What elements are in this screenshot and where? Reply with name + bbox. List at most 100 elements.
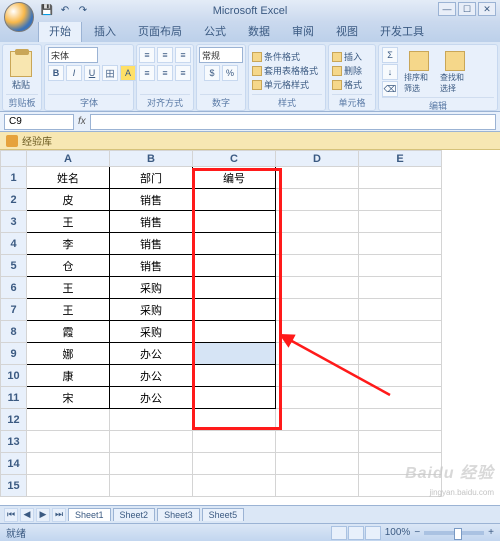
tab-insert[interactable]: 插入 xyxy=(84,20,126,42)
cell[interactable] xyxy=(359,431,442,453)
sheet-tab[interactable]: Sheet1 xyxy=(68,508,111,521)
row-header[interactable]: 10 xyxy=(1,365,27,387)
tab-data[interactable]: 数据 xyxy=(238,20,280,42)
row-header[interactable]: 8 xyxy=(1,321,27,343)
cell[interactable] xyxy=(276,321,359,343)
border-button[interactable]: 田 xyxy=(102,65,118,81)
cell[interactable]: 皮 xyxy=(27,189,110,211)
row-header[interactable]: 12 xyxy=(1,409,27,431)
autosum-icon[interactable]: Σ xyxy=(382,47,398,63)
sheet-nav-prev[interactable]: ◀ xyxy=(20,508,34,522)
formula-bar[interactable] xyxy=(90,114,496,130)
sheet-tab[interactable]: Sheet5 xyxy=(202,508,245,521)
align-top-icon[interactable]: ≡ xyxy=(139,47,155,63)
sheet-nav-next[interactable]: ▶ xyxy=(36,508,50,522)
cell[interactable]: 采购 xyxy=(110,299,193,321)
cell[interactable] xyxy=(193,387,276,409)
cell[interactable] xyxy=(276,431,359,453)
cell[interactable]: 王 xyxy=(27,277,110,299)
tab-formulas[interactable]: 公式 xyxy=(194,20,236,42)
cell[interactable] xyxy=(359,453,442,475)
cell[interactable] xyxy=(359,277,442,299)
cell[interactable] xyxy=(193,453,276,475)
row-header[interactable]: 15 xyxy=(1,475,27,497)
insert-button[interactable]: 插入 xyxy=(332,50,362,63)
row-header[interactable]: 2 xyxy=(1,189,27,211)
cell[interactable]: 采购 xyxy=(110,277,193,299)
underline-button[interactable]: U xyxy=(84,65,100,81)
col-header-A[interactable]: A xyxy=(27,151,110,167)
cell[interactable] xyxy=(276,365,359,387)
tab-layout[interactable]: 页面布局 xyxy=(128,20,192,42)
clear-icon[interactable]: ⌫ xyxy=(382,81,398,97)
find-select-button[interactable]: 查找和选择 xyxy=(440,51,470,94)
row-header[interactable]: 13 xyxy=(1,431,27,453)
row-header[interactable]: 4 xyxy=(1,233,27,255)
cell[interactable]: 办公 xyxy=(110,343,193,365)
cell[interactable]: 采购 xyxy=(110,321,193,343)
cell[interactable] xyxy=(193,211,276,233)
row-header[interactable]: 3 xyxy=(1,211,27,233)
cell[interactable] xyxy=(193,365,276,387)
minimize-button[interactable]: — xyxy=(438,2,456,16)
cell[interactable]: 办公 xyxy=(110,387,193,409)
cell[interactable]: 销售 xyxy=(110,255,193,277)
cell[interactable] xyxy=(276,233,359,255)
qat-save-icon[interactable]: 💾 xyxy=(40,3,54,17)
cell[interactable] xyxy=(359,365,442,387)
cell[interactable] xyxy=(359,475,442,497)
cell[interactable] xyxy=(110,431,193,453)
cell[interactable]: 编号 xyxy=(193,167,276,189)
cell[interactable] xyxy=(193,255,276,277)
cell[interactable] xyxy=(276,387,359,409)
cell[interactable] xyxy=(359,409,442,431)
cell[interactable] xyxy=(359,343,442,365)
cell-style-button[interactable]: 单元格样式 xyxy=(252,78,318,91)
fill-icon[interactable]: ↓ xyxy=(382,64,398,80)
cell[interactable] xyxy=(276,189,359,211)
cell[interactable]: 部门 xyxy=(110,167,193,189)
row-header[interactable]: 7 xyxy=(1,299,27,321)
cell[interactable] xyxy=(193,299,276,321)
bold-button[interactable]: B xyxy=(48,65,64,81)
cond-format-button[interactable]: 条件格式 xyxy=(252,50,318,63)
cell[interactable] xyxy=(27,409,110,431)
format-button[interactable]: 格式 xyxy=(332,78,362,91)
cell[interactable]: 娜 xyxy=(27,343,110,365)
tab-view[interactable]: 视图 xyxy=(326,20,368,42)
cell[interactable] xyxy=(276,211,359,233)
cell[interactable]: 王 xyxy=(27,211,110,233)
close-button[interactable]: ✕ xyxy=(478,2,496,16)
cell[interactable] xyxy=(276,409,359,431)
cell[interactable] xyxy=(110,409,193,431)
row-header[interactable]: 9 xyxy=(1,343,27,365)
cell[interactable] xyxy=(359,255,442,277)
align-center-icon[interactable]: ≡ xyxy=(157,65,173,81)
cell[interactable] xyxy=(193,277,276,299)
cell[interactable] xyxy=(27,431,110,453)
sheet-nav-last[interactable]: ⏭ xyxy=(52,508,66,522)
row-header[interactable]: 5 xyxy=(1,255,27,277)
align-right-icon[interactable]: ≡ xyxy=(175,65,191,81)
currency-icon[interactable]: $ xyxy=(204,65,220,81)
cell[interactable] xyxy=(359,167,442,189)
name-box[interactable]: C9 xyxy=(4,114,74,130)
sheet-nav-first[interactable]: ⏮ xyxy=(4,508,18,522)
cell[interactable] xyxy=(193,189,276,211)
cell-selected[interactable] xyxy=(193,343,276,365)
cell[interactable]: 王 xyxy=(27,299,110,321)
sheet-tab[interactable]: Sheet2 xyxy=(113,508,156,521)
tab-developer[interactable]: 开发工具 xyxy=(370,20,434,42)
tab-review[interactable]: 审阅 xyxy=(282,20,324,42)
italic-button[interactable]: I xyxy=(66,65,82,81)
select-all-corner[interactable] xyxy=(1,151,27,167)
cell[interactable] xyxy=(193,409,276,431)
col-header-C[interactable]: C xyxy=(193,151,276,167)
cell[interactable]: 销售 xyxy=(110,211,193,233)
maximize-button[interactable]: ☐ xyxy=(458,2,476,16)
fx-icon[interactable]: fx xyxy=(78,116,86,127)
col-header-E[interactable]: E xyxy=(359,151,442,167)
cell[interactable] xyxy=(27,453,110,475)
table-format-button[interactable]: 套用表格格式 xyxy=(252,64,318,77)
cell[interactable]: 康 xyxy=(27,365,110,387)
